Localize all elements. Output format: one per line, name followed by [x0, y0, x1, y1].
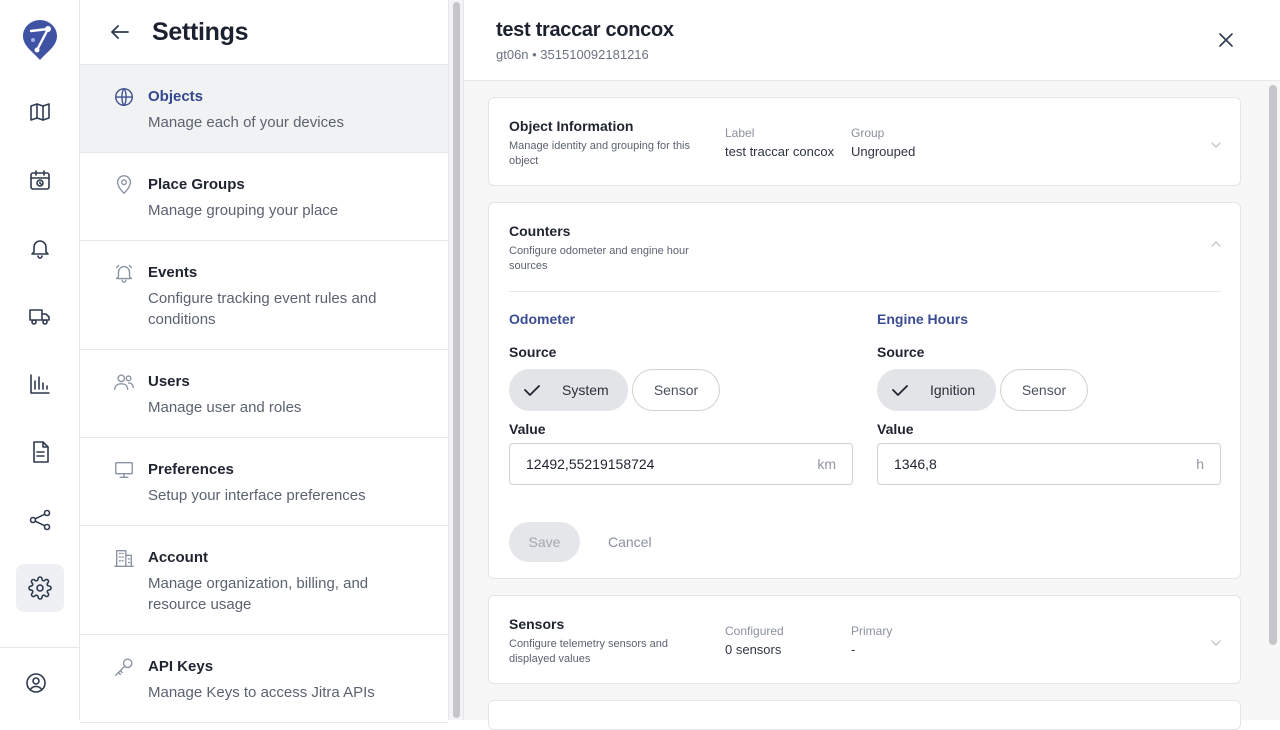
- monitor-icon: [113, 459, 135, 481]
- detail-header: test traccar concox gt06n • 351510092181…: [464, 0, 1280, 81]
- group-value: Ungrouped: [851, 144, 916, 159]
- back-arrow-icon[interactable]: [108, 20, 132, 44]
- settings-item-title: Preferences: [148, 461, 234, 478]
- engine-source-sensor[interactable]: Sensor: [1000, 369, 1088, 411]
- app-logo[interactable]: [22, 19, 58, 61]
- card-title: Object Information: [509, 118, 634, 134]
- app-rail: [0, 0, 80, 720]
- settings-item-events[interactable]: Events Configure tracking event rules an…: [80, 241, 448, 350]
- bell-icon[interactable]: [16, 224, 64, 272]
- engine-value-label: Value: [877, 421, 914, 437]
- odometer-title: Odometer: [509, 311, 576, 327]
- odometer-source-sensor[interactable]: Sensor: [632, 369, 720, 411]
- object-information-card[interactable]: Object Information Manage identity and g…: [488, 97, 1241, 186]
- settings-item-title: Account: [148, 549, 208, 566]
- odometer-value-label: Value: [509, 421, 546, 437]
- truck-icon[interactable]: [16, 292, 64, 340]
- settings-item-desc: Setup your interface preferences: [148, 487, 366, 504]
- settings-item-title: Objects: [148, 88, 204, 105]
- key-icon: [113, 656, 135, 678]
- check-icon: [524, 385, 540, 396]
- settings-item-place-groups[interactable]: Place Groups Manage grouping your place: [80, 153, 448, 241]
- settings-item-desc: Manage organization, billing, and resour…: [148, 575, 369, 613]
- odometer-source-label: Source: [509, 344, 557, 360]
- engine-hours-title: Engine Hours: [877, 311, 969, 327]
- page-title: Settings: [152, 17, 249, 46]
- chevron-down-icon[interactable]: [1209, 636, 1223, 650]
- input-value: 1346,8: [894, 456, 937, 472]
- primary-caption: Primary: [851, 624, 893, 638]
- unit-label: h: [1196, 456, 1204, 472]
- configured-caption: Configured: [725, 624, 784, 638]
- detail-scrollbar[interactable]: [1266, 82, 1280, 720]
- settings-item-objects[interactable]: Objects Manage each of your devices: [80, 65, 448, 153]
- option-label: Sensor: [653, 382, 699, 398]
- label-value: test traccar concox: [725, 144, 835, 159]
- globe-icon: [113, 86, 135, 108]
- card-desc: Configure telemetry sensors and displaye…: [509, 638, 668, 665]
- engine-source-label: Source: [877, 344, 925, 360]
- chart-icon[interactable]: [16, 360, 64, 408]
- settings-header: Settings: [80, 0, 448, 65]
- settings-item-title: Users: [148, 373, 190, 390]
- counters-card: Counters Configure odometer and engine h…: [488, 202, 1241, 579]
- rail-divider: [0, 647, 80, 648]
- cancel-button[interactable]: Cancel: [608, 534, 652, 550]
- input-value: 12492,55219158724: [526, 456, 655, 472]
- card-desc: Configure odometer and engine hour sourc…: [509, 245, 689, 272]
- settings-item-desc: Manage Keys to access Jitra APIs: [148, 684, 375, 701]
- share-icon[interactable]: [16, 496, 64, 544]
- calendar-icon[interactable]: [16, 156, 64, 204]
- settings-item-title: Place Groups: [148, 176, 245, 193]
- primary-value: -: [851, 642, 856, 657]
- configured-value: 0 sensors: [725, 642, 782, 657]
- group-caption: Group: [851, 126, 885, 140]
- scrollbar-thumb[interactable]: [453, 2, 460, 718]
- close-icon[interactable]: [1214, 28, 1238, 52]
- settings-item-preferences[interactable]: Preferences Setup your interface prefere…: [80, 438, 448, 526]
- odometer-value-input[interactable]: 12492,55219158724 km: [509, 443, 853, 485]
- card-title: Sensors: [509, 616, 565, 632]
- settings-icon[interactable]: [16, 564, 64, 612]
- chevron-down-icon[interactable]: [1209, 138, 1223, 152]
- settings-panel: Settings Objects Manage each of your dev…: [80, 0, 448, 723]
- users-icon: [113, 371, 135, 393]
- label-caption: Label: [725, 126, 755, 140]
- card-desc: Manage identity and grouping for this ob…: [509, 140, 691, 167]
- settings-item-api-keys[interactable]: API Keys Manage Keys to access Jitra API…: [80, 635, 448, 723]
- pin-icon: [113, 174, 135, 196]
- odometer-source-system[interactable]: System: [509, 369, 628, 411]
- divider: [509, 291, 1221, 292]
- chevron-up-icon[interactable]: [1209, 237, 1223, 251]
- settings-item-desc: Configure tracking event rules and condi…: [148, 290, 377, 328]
- next-card[interactable]: [488, 700, 1241, 730]
- engine-source-ignition[interactable]: Ignition: [877, 369, 996, 411]
- settings-item-title: Events: [148, 264, 198, 281]
- settings-item-account[interactable]: Account Manage organization, billing, an…: [80, 526, 448, 635]
- engine-hours-value-input[interactable]: 1346,8 h: [877, 443, 1221, 485]
- option-label: Sensor: [1021, 382, 1067, 398]
- user-circle-icon[interactable]: [12, 659, 60, 707]
- map-icon[interactable]: [16, 88, 64, 136]
- sensors-card[interactable]: Sensors Configure telemetry sensors and …: [488, 595, 1241, 684]
- settings-scrollbar[interactable]: [448, 0, 464, 720]
- object-subtitle: gt06n • 351510092181216: [496, 47, 649, 62]
- settings-item-title: API Keys: [148, 658, 214, 675]
- scrollbar-thumb[interactable]: [1269, 85, 1277, 645]
- bell-icon: [113, 262, 135, 284]
- unit-label: km: [817, 456, 836, 472]
- save-button[interactable]: Save: [509, 522, 580, 562]
- check-icon: [892, 385, 908, 396]
- settings-item-desc: Manage each of your devices: [148, 114, 344, 131]
- card-title: Counters: [509, 223, 571, 239]
- option-label: Ignition: [930, 382, 976, 398]
- settings-item-users[interactable]: Users Manage user and roles: [80, 350, 448, 438]
- building-icon: [113, 547, 135, 569]
- settings-item-desc: Manage grouping your place: [148, 202, 339, 219]
- object-title: test traccar concox: [496, 19, 674, 41]
- document-icon[interactable]: [16, 428, 64, 476]
- settings-item-desc: Manage user and roles: [148, 399, 302, 416]
- option-label: System: [562, 382, 609, 398]
